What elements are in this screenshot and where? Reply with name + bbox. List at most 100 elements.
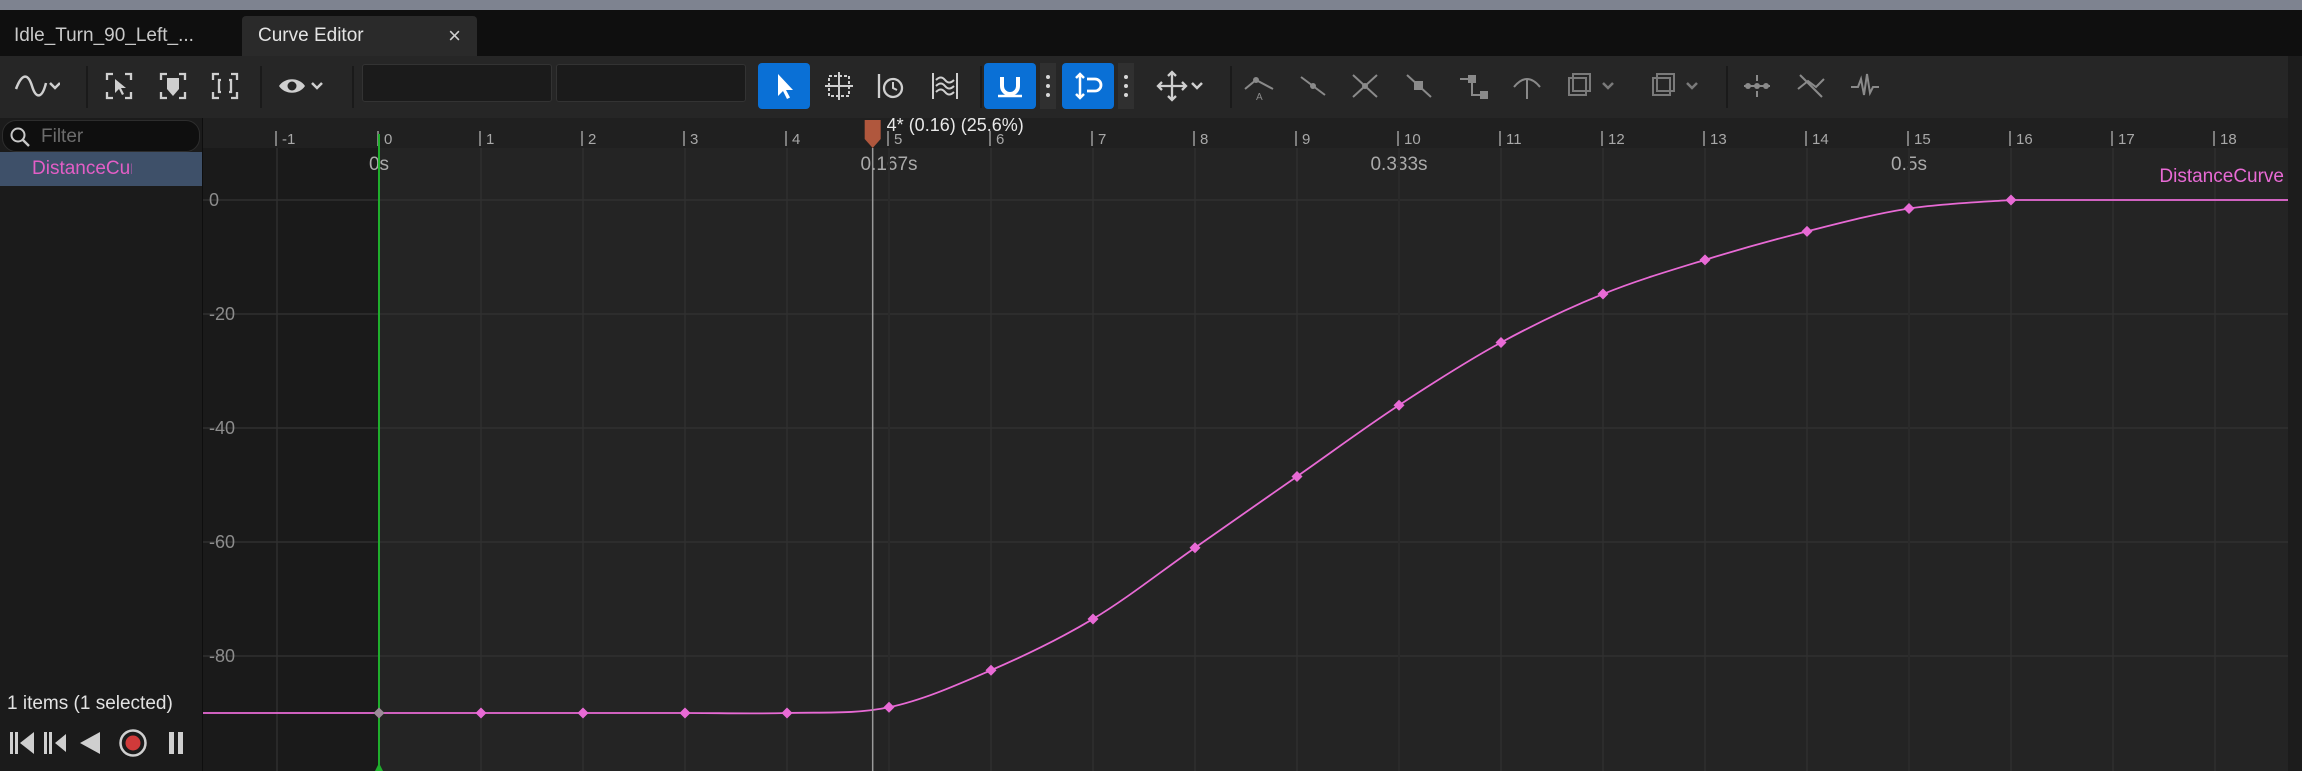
value-axis-label: -60 (209, 532, 235, 552)
snap-value-button[interactable] (984, 63, 1036, 109)
tab-curve-editor[interactable]: Curve Editor × (242, 16, 477, 56)
axis-snap-dropdown[interactable] (1148, 63, 1212, 109)
tree-item-label: DistanceCurve (32, 158, 132, 179)
tab-curve-editor-label: Curve Editor (258, 25, 364, 46)
frame-label: 7 (1098, 131, 1106, 148)
filter-curve-button[interactable] (1840, 63, 1890, 109)
visibility-dropdown[interactable] (268, 63, 332, 109)
frame-label: 0 (384, 131, 392, 148)
frame-selection-icon (105, 72, 133, 100)
skip-to-start-icon[interactable] (8, 730, 38, 756)
straighten-tangents-button[interactable] (1732, 63, 1782, 109)
bracket-frame-icon (211, 72, 239, 100)
frame-label: 12 (1608, 131, 1625, 148)
post-infinity-icon (1652, 73, 1698, 96)
zoom-to-fit-button[interactable] (94, 63, 144, 109)
time-input[interactable] (362, 64, 552, 102)
value-axis-label: -40 (209, 418, 235, 438)
retime-tool-button[interactable] (866, 63, 916, 109)
curve-name-label: DistanceCurve (2159, 166, 2284, 187)
timeline-ruler (203, 118, 2288, 148)
close-icon[interactable]: × (448, 16, 461, 56)
cursor-arrow-icon (778, 74, 793, 99)
frame-label: 2 (588, 131, 596, 148)
pre-infinity-dropdown[interactable] (1556, 63, 1624, 109)
toolbar-separator (86, 66, 88, 108)
tree-item-distance-curve[interactable]: DistanceCurve (0, 152, 202, 186)
snap-value-options[interactable] (1040, 63, 1056, 109)
filter-search-box[interactable]: Filter (2, 120, 200, 152)
curve-graph[interactable]: -1 0 1 2 3 4 5 6 7 8 9 10 11 12 13 14 15 16 17 180-20-40-60… (203, 118, 2288, 771)
step-back-icon[interactable] (42, 730, 68, 756)
frame-label: 3 (690, 131, 698, 148)
tangent-auto-icon: A (1244, 77, 1274, 103)
eye-icon (279, 79, 323, 93)
filter-wave-icon (1851, 73, 1879, 97)
smart-key-button[interactable] (1786, 63, 1836, 109)
curve-editor-toolbar: A (0, 56, 2302, 119)
frame-label: 15 (1914, 131, 1931, 148)
snap-time-options[interactable] (1118, 63, 1134, 109)
record-icon[interactable] (118, 728, 148, 758)
interp-constant-button[interactable] (1448, 63, 1498, 109)
magnet-icon (998, 77, 1022, 98)
value-axis-label: 0 (209, 190, 219, 210)
transform-grid-icon (825, 72, 853, 100)
transform-tool-button[interactable] (814, 63, 864, 109)
search-icon (10, 127, 30, 147)
tangent-break-icon (1352, 74, 1378, 98)
curve-tree-panel: Filter DistanceCurve 1 items (1 selected… (0, 118, 203, 771)
frame-label: 17 (2118, 131, 2135, 148)
selection-status: 1 items (1 selected) (7, 693, 173, 714)
interp-user-button[interactable] (1288, 63, 1338, 109)
toolbar-separator (980, 66, 982, 108)
filter-placeholder: Filter (41, 126, 84, 147)
post-infinity-dropdown[interactable] (1640, 63, 1708, 109)
graph-background (203, 148, 2288, 771)
snap-time-button[interactable] (1062, 63, 1114, 109)
frame-label: 18 (2220, 131, 2237, 148)
playhead-label: 4* (0.16) (25.6%) (887, 118, 1024, 135)
frame-label: 10 (1404, 131, 1421, 148)
frame-label: 1 (486, 131, 494, 148)
pre-range-shade (203, 148, 379, 771)
wave-lines-icon (932, 73, 958, 99)
frame-label: 4 (792, 131, 800, 148)
tangent-user-icon (1300, 76, 1326, 96)
frame-label: 8 (1200, 131, 1208, 148)
frame-horizontal-button[interactable] (200, 63, 250, 109)
view-mode-dropdown[interactable] (4, 63, 68, 109)
frame-label: 13 (1710, 131, 1727, 148)
frame-label: 16 (2016, 131, 2033, 148)
flatten-tangents-button[interactable] (1502, 63, 1552, 109)
smart-key-icon (1797, 74, 1825, 98)
transport-controls (2, 722, 198, 766)
interp-break-button[interactable] (1340, 63, 1390, 109)
flatten-icon (1513, 78, 1541, 99)
toolbar-separator (1230, 66, 1232, 108)
tab-strip: Idle_Turn_90_Left_... Curve Editor × (0, 10, 2302, 56)
pre-infinity-icon (1568, 73, 1614, 96)
toolbar-separator (260, 66, 262, 108)
tab-idle-turn-label: Idle_Turn_90_Left_... (14, 25, 194, 46)
constant-key-icon (1460, 75, 1488, 99)
vertical-scrollbar[interactable] (2288, 56, 2302, 771)
interp-linear-button[interactable] (1394, 63, 1444, 109)
tab-idle-turn[interactable]: Idle_Turn_90_Left_... (14, 16, 234, 56)
select-tool-button[interactable] (758, 63, 810, 109)
frame-label: 9 (1302, 131, 1310, 148)
frame-label: 14 (1812, 131, 1829, 148)
value-input[interactable] (556, 64, 746, 102)
frame-all-button[interactable] (148, 63, 198, 109)
window-top-border (0, 0, 2302, 10)
svg-text:A: A (1256, 92, 1263, 103)
interp-auto-button[interactable]: A (1234, 63, 1284, 109)
straighten-icon (1744, 75, 1770, 97)
pause-icon[interactable] (166, 730, 186, 756)
curve-wave-icon (14, 75, 60, 97)
move-arrows-icon (1156, 70, 1203, 102)
linear-key-icon (1406, 74, 1432, 98)
play-reverse-icon[interactable] (76, 730, 102, 756)
frame-label: -1 (282, 131, 295, 148)
multi-scale-tool-button[interactable] (920, 63, 970, 109)
